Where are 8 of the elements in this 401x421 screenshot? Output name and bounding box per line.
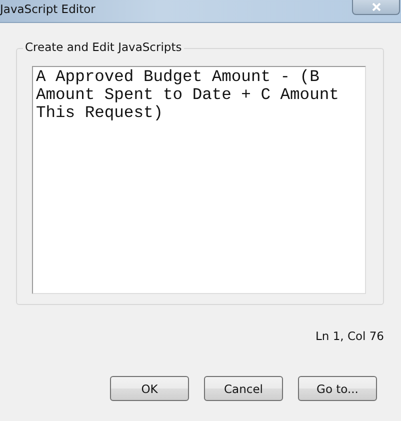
cursor-position: Ln 1, Col 76: [315, 329, 384, 343]
close-button[interactable]: [352, 0, 400, 15]
script-editor-field[interactable]: A Approved Budget Amount - (B Amount Spent to Date + C Amount This Request): [32, 66, 366, 294]
close-icon: [372, 3, 380, 11]
dialog-button[interactable]: Go to...: [298, 376, 377, 401]
dialog-button[interactable]: OK: [110, 376, 189, 401]
dialog-button[interactable]: Cancel: [204, 376, 283, 401]
group-label: Create and Edit JavaScripts: [23, 40, 184, 54]
